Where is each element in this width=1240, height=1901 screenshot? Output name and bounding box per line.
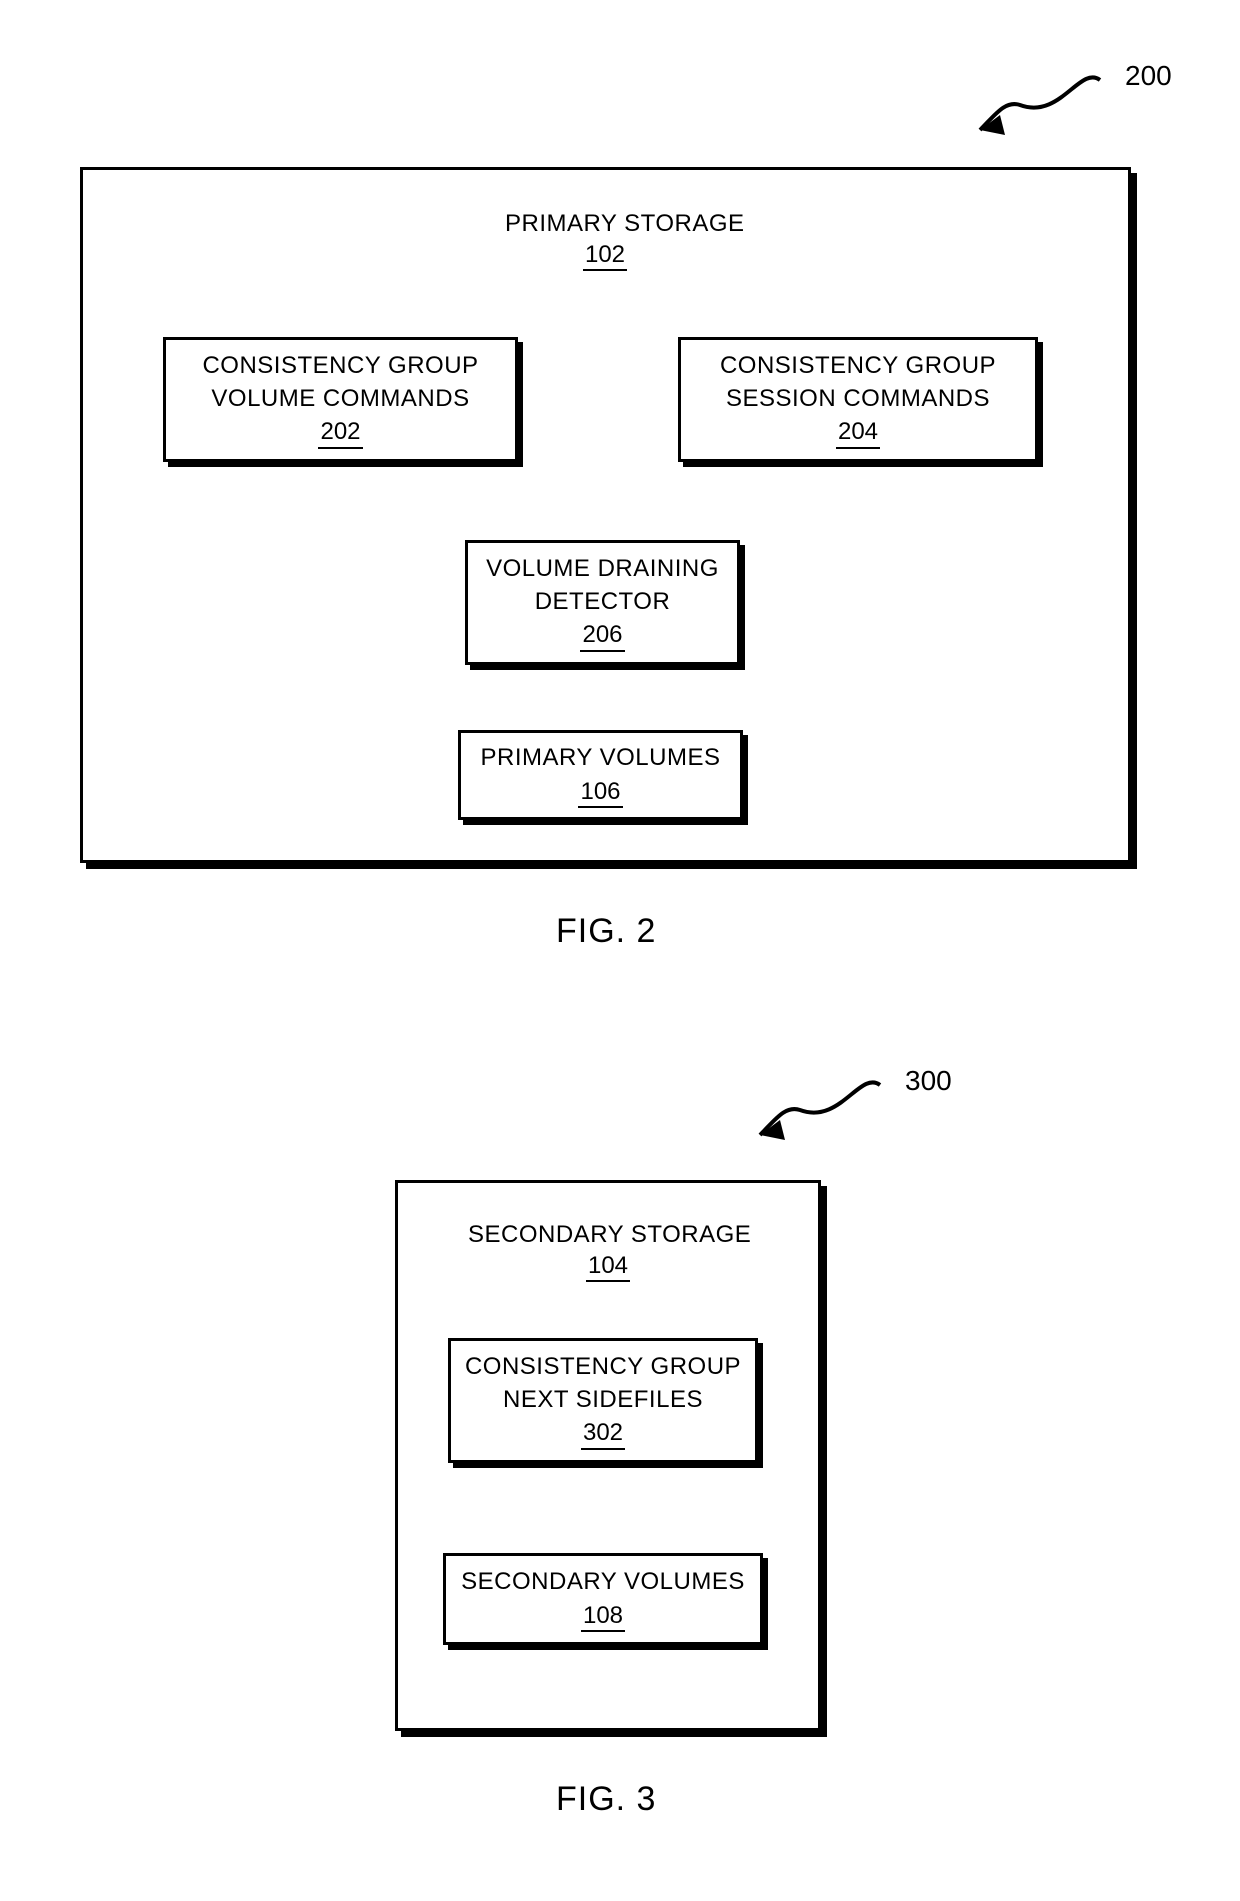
primary-storage-title: PRIMARY STORAGE [505,210,705,238]
cg-volume-commands-num: 202 [318,419,362,448]
cg-volume-commands-title: CONSISTENCY GROUP VOLUME COMMANDS [202,350,478,415]
primary-storage-box: PRIMARY STORAGE 102 CONSISTENCY GROUP VO… [80,167,1131,863]
reference-arrow-200 [950,60,1130,160]
reference-label-300: 300 [905,1065,952,1097]
secondary-volumes-num: 108 [581,1603,625,1632]
cg-next-sidefiles-title: CONSISTENCY GROUP NEXT SIDEFILES [465,1351,741,1416]
primary-storage-header: PRIMARY STORAGE 102 [505,210,705,271]
primary-volumes-box: PRIMARY VOLUMES 106 [458,730,743,820]
cg-session-commands-title: CONSISTENCY GROUP SESSION COMMANDS [720,350,996,415]
figure-2-caption: FIG. 2 [556,912,656,951]
cg-next-sidefiles-num: 302 [581,1420,625,1449]
cg-volume-commands-box: CONSISTENCY GROUP VOLUME COMMANDS 202 [163,337,518,462]
reference-label-200: 200 [1125,60,1172,92]
cg-session-commands-box: CONSISTENCY GROUP SESSION COMMANDS 204 [678,337,1038,462]
secondary-storage-title: SECONDARY STORAGE [468,1221,708,1249]
volume-draining-detector-box: VOLUME DRAINING DETECTOR 206 [465,540,740,665]
secondary-storage-header: SECONDARY STORAGE 104 [508,1221,708,1282]
secondary-volumes-box: SECONDARY VOLUMES 108 [443,1553,763,1645]
volume-draining-detector-num: 206 [580,622,624,651]
secondary-volumes-title: SECONDARY VOLUMES [461,1566,745,1598]
secondary-storage-box: SECONDARY STORAGE 104 CONSISTENCY GROUP … [395,1180,821,1731]
cg-next-sidefiles-box: CONSISTENCY GROUP NEXT SIDEFILES 302 [448,1338,758,1463]
reference-arrow-300 [730,1065,910,1165]
figure-3-caption: FIG. 3 [556,1780,656,1819]
cg-session-commands-num: 204 [836,419,880,448]
primary-volumes-num: 106 [578,779,622,808]
primary-storage-num: 102 [583,242,627,271]
secondary-storage-num: 104 [586,1253,630,1282]
volume-draining-detector-title: VOLUME DRAINING DETECTOR [486,553,719,618]
primary-volumes-title: PRIMARY VOLUMES [480,742,720,774]
